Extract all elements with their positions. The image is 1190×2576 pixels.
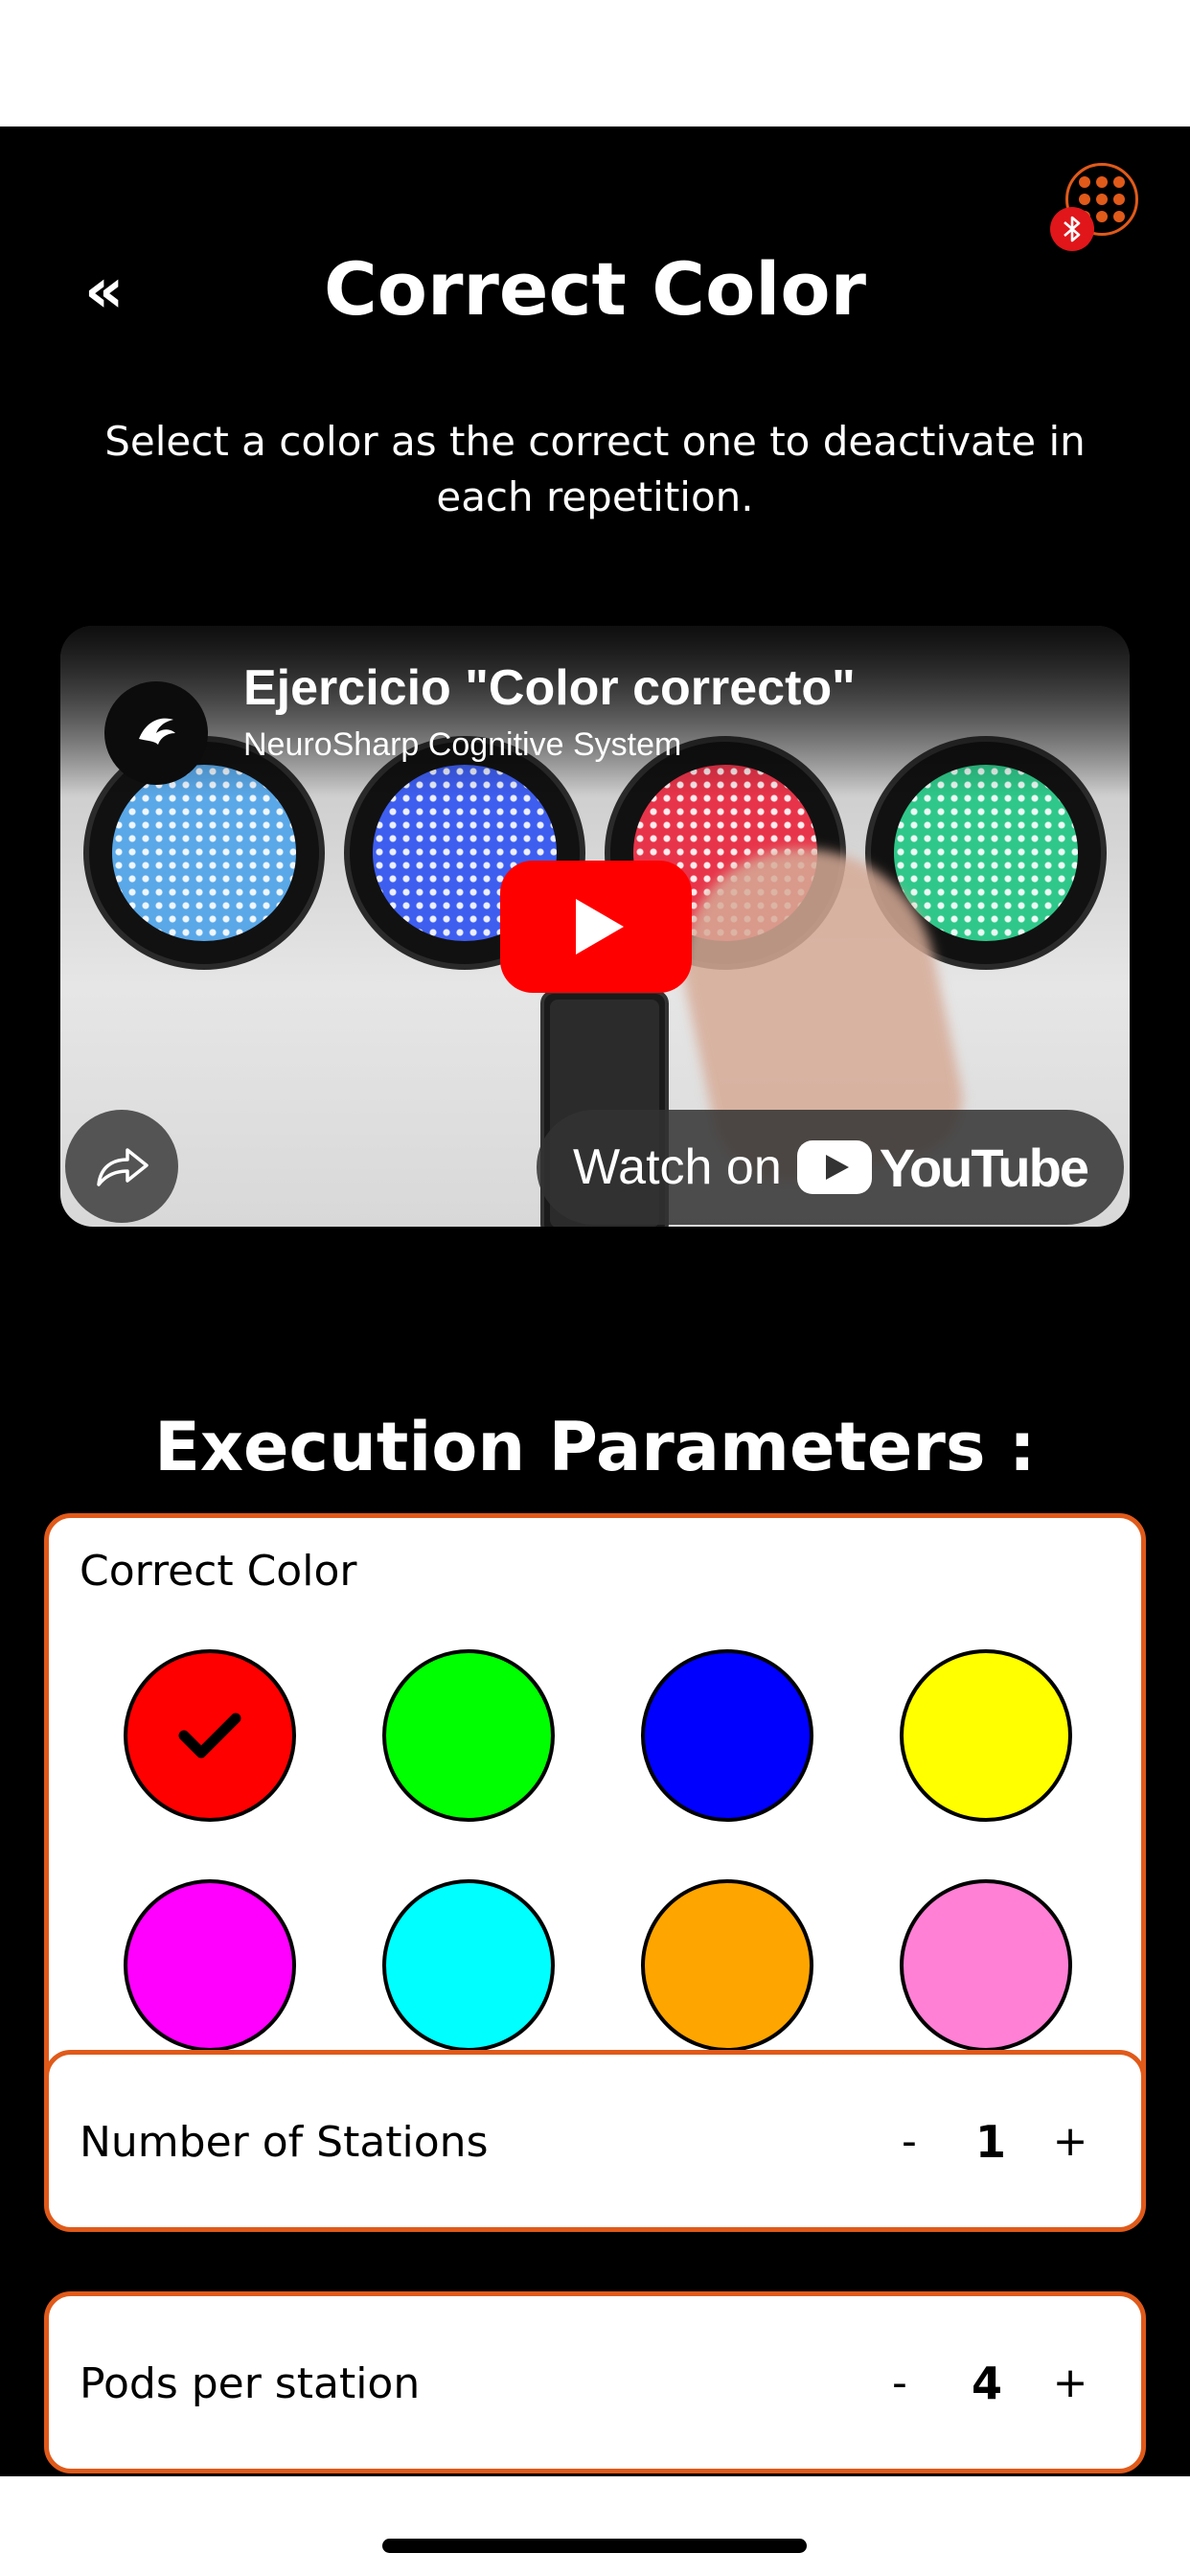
watch-on-label: Watch on — [573, 1139, 782, 1195]
video-player[interactable]: Ejercicio "Color correcto" NeuroSharp Co… — [60, 626, 1130, 1227]
color-swatch[interactable] — [900, 1879, 1072, 2052]
watch-on-youtube-button[interactable]: Watch on YouTube — [537, 1110, 1124, 1225]
home-indicator[interactable] — [382, 2539, 807, 2553]
menu-dot — [1079, 176, 1090, 188]
stations-increment-button[interactable]: + — [1041, 2108, 1099, 2175]
pods-decrement-button[interactable]: - — [871, 2350, 928, 2417]
video-title[interactable]: Ejercicio "Color correcto" — [243, 655, 856, 722]
page-title: Correct Color — [323, 246, 867, 332]
share-icon[interactable] — [65, 1110, 178, 1223]
color-swatch-grid — [49, 1518, 1141, 2112]
menu-dot — [1096, 176, 1108, 188]
menu-dot — [1096, 211, 1108, 222]
pods-card: Pods per station - 4 + — [44, 2291, 1146, 2473]
correct-color-card: Correct Color — [44, 1513, 1146, 2117]
app-screen: « Correct Color Select a color as the co… — [0, 126, 1190, 2476]
checkmark-icon — [178, 1713, 241, 1759]
color-swatch[interactable] — [382, 1879, 555, 2052]
youtube-logo-icon: YouTube — [796, 1137, 1089, 1199]
channel-logo-icon[interactable] — [104, 681, 208, 785]
status-bar — [0, 0, 1190, 126]
pods-increment-button[interactable]: + — [1041, 2350, 1099, 2417]
section-title: Execution Parameters : — [154, 1408, 1036, 1486]
stations-card: Number of Stations - 1 + — [44, 2050, 1146, 2232]
menu-dot — [1096, 194, 1108, 205]
video-channel-name[interactable]: NeuroSharp Cognitive System — [243, 724, 681, 766]
stations-value: 1 — [974, 2116, 1006, 2168]
stations-decrement-button[interactable]: - — [881, 2108, 938, 2175]
play-icon[interactable] — [500, 861, 692, 993]
menu-dot — [1079, 194, 1090, 205]
color-swatch[interactable] — [900, 1649, 1072, 1822]
color-swatch[interactable] — [641, 1649, 813, 1822]
stations-label: Number of Stations — [80, 2118, 489, 2167]
home-bar — [0, 2476, 1190, 2576]
pods-label: Pods per station — [80, 2359, 421, 2408]
color-swatch[interactable] — [124, 1649, 296, 1822]
color-swatch[interactable] — [124, 1879, 296, 2052]
color-swatch[interactable] — [641, 1879, 813, 2052]
menu-dot — [1113, 194, 1125, 205]
description-text: Select a color as the correct one to dea… — [104, 418, 1086, 520]
color-swatch[interactable] — [382, 1649, 555, 1822]
menu-dot — [1113, 176, 1125, 188]
youtube-wordmark: YouTube — [879, 1137, 1089, 1198]
pods-value: 4 — [971, 2358, 1002, 2409]
menu-dot — [1113, 211, 1125, 222]
